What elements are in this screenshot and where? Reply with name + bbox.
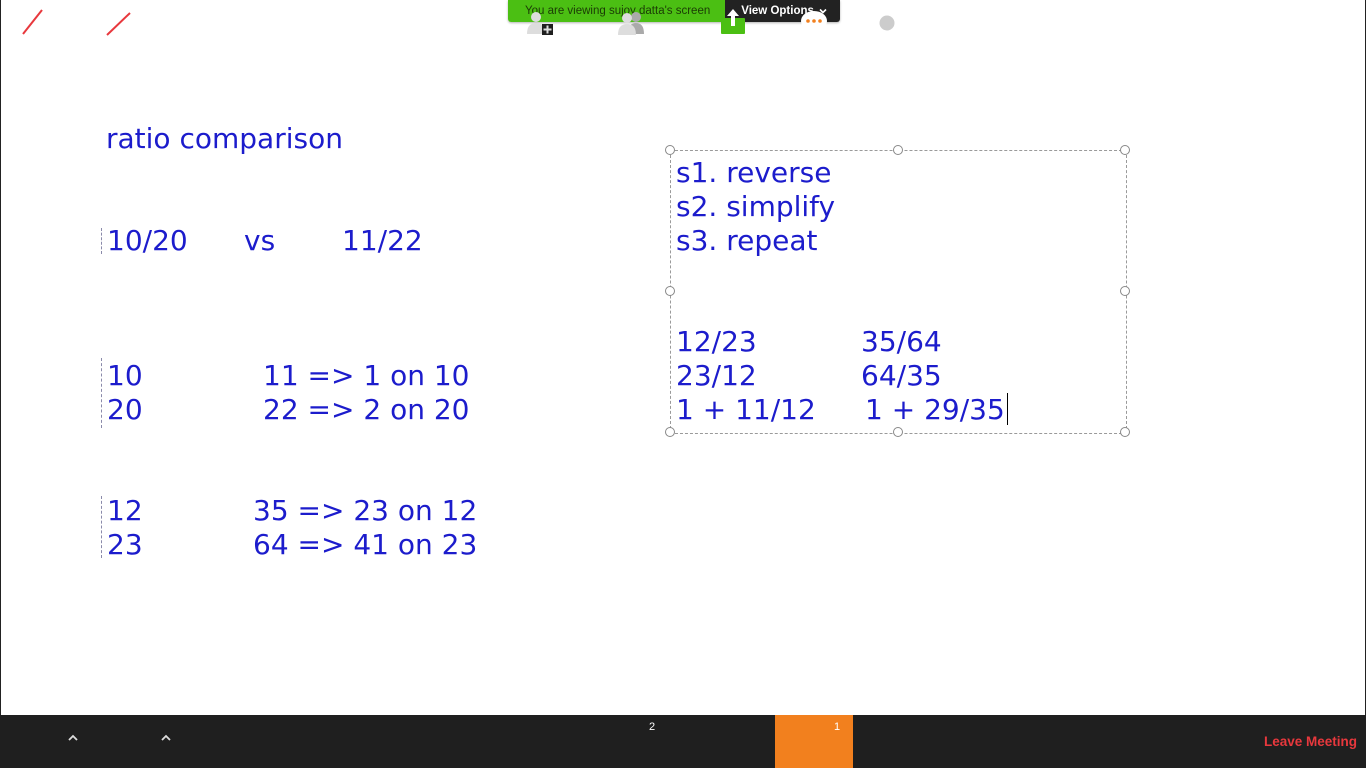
add-user-icon — [527, 12, 553, 35]
step-2: s2. simplify — [676, 190, 836, 223]
record-label: Record — [867, 39, 907, 51]
block1-right-2: 22 => 2 on 20 — [263, 393, 470, 426]
fraction-a-3: 1 + 11/12 — [676, 393, 816, 426]
audio-options-caret[interactable] — [66, 730, 80, 749]
step-1: s1. reverse — [676, 156, 832, 189]
video-camera-off-icon — [106, 12, 134, 36]
resize-handle-tr[interactable] — [1120, 145, 1130, 155]
text-marker — [101, 228, 103, 254]
chevron-up-icon — [68, 734, 78, 741]
text-marker — [101, 496, 103, 558]
share-screen-icon — [721, 9, 745, 34]
video-options-caret[interactable] — [159, 730, 173, 749]
share-button[interactable]: Share — [712, 0, 754, 53]
resize-handle-tm[interactable] — [893, 145, 903, 155]
start-video-button[interactable]: Start Video — [86, 0, 154, 53]
block2-left-1: 12 — [107, 494, 143, 527]
start-video-label: Start Video — [89, 39, 151, 51]
resize-handle-mr[interactable] — [1120, 286, 1130, 296]
chat-highlight — [775, 715, 853, 768]
participants-count: 2 — [649, 721, 656, 733]
chat-unread-count: 1 — [834, 721, 841, 733]
block1-left-2: 20 — [107, 393, 143, 426]
microphone-muted-icon — [22, 9, 43, 35]
block2-right-2: 64 => 41 on 23 — [253, 528, 478, 561]
resize-handle-ml[interactable] — [665, 286, 675, 296]
compare-vs: vs — [244, 224, 276, 257]
invite-button[interactable]: Invite — [516, 0, 564, 53]
invite-label: Invite — [524, 39, 556, 51]
leave-meeting-button[interactable]: Leave Meeting — [1264, 734, 1357, 749]
resize-handle-bm[interactable] — [893, 427, 903, 437]
text-caret — [1007, 393, 1008, 425]
chevron-up-icon — [161, 734, 171, 741]
fraction-a-1: 12/23 — [676, 325, 757, 358]
chat-label: Chat — [801, 39, 827, 51]
compare-left: 10/20 — [107, 224, 188, 257]
participants-icon — [618, 12, 644, 35]
resize-handle-bl[interactable] — [665, 427, 675, 437]
participants-label: Participants — [599, 39, 665, 51]
share-label: Share — [717, 39, 749, 51]
chat-bubble-icon — [801, 11, 827, 35]
resize-handle-tl[interactable] — [665, 145, 675, 155]
resize-handle-br[interactable] — [1120, 427, 1130, 437]
meeting-toolbar — [0, 715, 1366, 768]
step-3: s3. repeat — [676, 224, 818, 257]
fraction-b-3: 1 + 29/35 — [865, 393, 1005, 426]
block1-right-1: 11 => 1 on 10 — [263, 359, 470, 392]
participants-button[interactable]: Participants — [597, 0, 667, 53]
fraction-b-1: 35/64 — [861, 325, 942, 358]
unmute-button[interactable]: Unmute — [8, 0, 56, 53]
record-button[interactable]: Record — [864, 0, 910, 53]
block1-left-1: 10 — [107, 359, 143, 392]
block2-right-1: 35 => 23 on 12 — [253, 494, 478, 527]
whiteboard-title: ratio comparison — [106, 122, 343, 155]
block2-left-2: 23 — [107, 528, 143, 561]
text-marker — [101, 358, 103, 428]
unmute-label: Unmute — [10, 39, 54, 51]
chat-button[interactable]: Chat — [790, 0, 838, 53]
fraction-a-2: 23/12 — [676, 359, 757, 392]
record-icon — [875, 11, 899, 35]
compare-right: 11/22 — [342, 224, 423, 257]
fraction-b-2: 64/35 — [861, 359, 942, 392]
